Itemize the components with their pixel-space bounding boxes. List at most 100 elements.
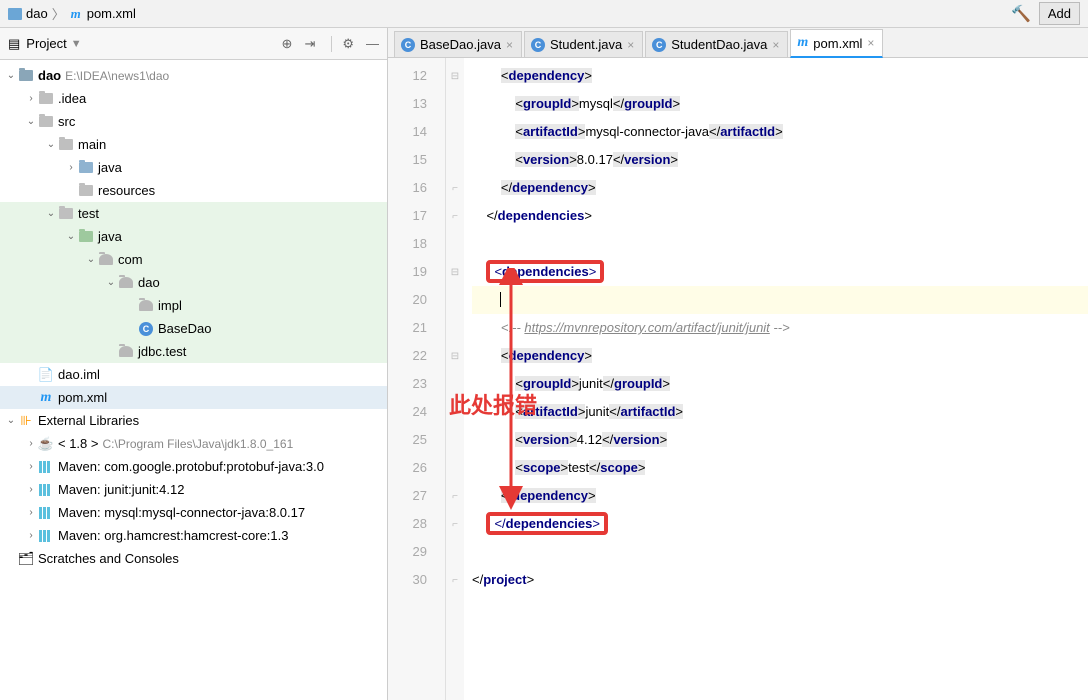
breadcrumb-sep: 〉 — [52, 4, 65, 23]
tree-item[interactable]: ⌄main — [0, 133, 387, 156]
library-icon: ⊪ — [18, 413, 34, 429]
fold-icon[interactable]: ⊟ — [446, 258, 464, 286]
project-tree[interactable]: ⌄ dao E:\IDEA\news1\dao ›.idea ⌄src ⌄mai… — [0, 60, 387, 574]
jdk-icon: ☕ — [38, 436, 54, 452]
chevron-right-icon[interactable]: › — [24, 484, 38, 495]
tree-root[interactable]: ⌄ dao E:\IDEA\news1\dao — [0, 64, 387, 87]
library-icon — [39, 484, 53, 496]
chevron-down-icon[interactable]: ⌄ — [44, 139, 58, 150]
code-body[interactable]: <dependency> <groupId>mysql</groupId> <a… — [464, 58, 1088, 700]
fold-end-icon[interactable]: ⌐ — [446, 510, 464, 538]
chevron-down-icon[interactable]: ⌄ — [4, 70, 18, 81]
tree-item[interactable]: ⌄src — [0, 110, 387, 133]
chevron-down-icon[interactable]: ⌄ — [64, 231, 78, 242]
test-folder-icon — [79, 231, 93, 242]
add-button[interactable]: Add — [1039, 2, 1080, 25]
fold-gutter: ⊟ ⌐ ⌐ ⊟ ⊟ ⌐ ⌐ ⌐ — [446, 58, 464, 700]
library-icon — [39, 530, 53, 542]
target-icon[interactable]: ⊕ — [282, 36, 293, 52]
tree-item[interactable]: ⌄dao — [0, 271, 387, 294]
close-icon[interactable]: × — [772, 38, 779, 52]
file-icon: 📄 — [38, 367, 54, 383]
tree-item[interactable]: ›Maven: mysql:mysql-connector-java:8.0.1… — [0, 501, 387, 524]
maven-icon: m — [69, 7, 83, 21]
collapse-icon[interactable]: ⇥ — [304, 36, 315, 52]
fold-icon[interactable]: ⊟ — [446, 342, 464, 370]
module-icon — [8, 8, 22, 20]
tree-item[interactable]: ·📄dao.iml — [0, 363, 387, 386]
chevron-down-icon[interactable]: ⌄ — [44, 208, 58, 219]
tree-item[interactable]: ·resources — [0, 179, 387, 202]
tree-item[interactable]: ›Maven: junit:junit:4.12 — [0, 478, 387, 501]
fold-end-icon[interactable]: ⌐ — [446, 566, 464, 594]
tree-item[interactable]: ·jdbc.test — [0, 340, 387, 363]
class-icon: C — [652, 38, 666, 52]
panel-toolbar: ⊕ ⇥ ⚙ — — [282, 36, 379, 52]
package-icon — [119, 346, 133, 357]
close-icon[interactable]: × — [506, 38, 513, 52]
maven-icon: m — [797, 35, 808, 51]
chevron-right-icon[interactable]: › — [24, 507, 38, 518]
maven-icon: m — [38, 390, 54, 406]
project-tool-icon: ▤ — [8, 36, 20, 52]
tree-item[interactable]: ⌄test — [0, 202, 387, 225]
close-icon[interactable]: × — [867, 36, 874, 50]
library-icon — [39, 461, 53, 473]
top-bar: dao 〉 m pom.xml 🔨 Add — [0, 0, 1088, 28]
chevron-down-icon[interactable]: ⌄ — [104, 277, 118, 288]
tree-external-libs[interactable]: ⌄⊪External Libraries — [0, 409, 387, 432]
fold-end-icon[interactable]: ⌐ — [446, 174, 464, 202]
main-area: ▤ Project ▼ ⊕ ⇥ ⚙ — ⌄ dao E:\IDEA\news1\… — [0, 28, 1088, 700]
settings-icon[interactable]: ⚙ — [331, 36, 354, 52]
tab-studentdao[interactable]: CStudentDao.java× — [645, 31, 788, 57]
package-icon — [99, 254, 113, 265]
breadcrumb-file: pom.xml — [87, 6, 136, 21]
chevron-right-icon[interactable]: › — [24, 530, 38, 541]
editor-tabs: CBaseDao.java× CStudent.java× CStudentDa… — [388, 28, 1088, 58]
dropdown-icon: ▼ — [71, 38, 82, 50]
chevron-down-icon[interactable]: ⌄ — [84, 254, 98, 265]
tree-item[interactable]: ›☕< 1.8 >C:\Program Files\Java\jdk1.8.0_… — [0, 432, 387, 455]
class-icon: C — [401, 38, 415, 52]
line-gutter: 12 13 14 15 16 17 18 19 20 21 22 23 24 2… — [388, 58, 446, 700]
tree-item[interactable]: ⌄com — [0, 248, 387, 271]
class-icon: C — [139, 322, 153, 336]
tree-item[interactable]: ›Maven: org.hamcrest:hamcrest-core:1.3 — [0, 524, 387, 547]
chevron-right-icon[interactable]: › — [64, 162, 78, 173]
tree-item[interactable]: ›.idea — [0, 87, 387, 110]
tree-item[interactable]: ⌄java — [0, 225, 387, 248]
hide-icon[interactable]: — — [366, 36, 379, 52]
folder-icon — [39, 116, 53, 127]
tree-item[interactable]: ›java — [0, 156, 387, 179]
fold-end-icon[interactable]: ⌐ — [446, 202, 464, 230]
close-icon[interactable]: × — [627, 38, 634, 52]
project-sidebar: ▤ Project ▼ ⊕ ⇥ ⚙ — ⌄ dao E:\IDEA\news1\… — [0, 28, 388, 700]
code-editor[interactable]: 12 13 14 15 16 17 18 19 20 21 22 23 24 2… — [388, 58, 1088, 700]
breadcrumb-project: dao — [26, 6, 48, 21]
chevron-right-icon[interactable]: › — [24, 93, 38, 104]
tab-basedao[interactable]: CBaseDao.java× — [394, 31, 522, 57]
folder-icon — [59, 139, 73, 150]
editor-area: CBaseDao.java× CStudent.java× CStudentDa… — [388, 28, 1088, 700]
fold-end-icon[interactable]: ⌐ — [446, 482, 464, 510]
library-icon — [39, 507, 53, 519]
build-icon[interactable]: 🔨 — [1011, 4, 1031, 24]
tree-item[interactable]: ·CBaseDao — [0, 317, 387, 340]
module-icon — [19, 70, 33, 81]
breadcrumb[interactable]: dao 〉 m pom.xml — [8, 4, 136, 23]
tab-student[interactable]: CStudent.java× — [524, 31, 643, 57]
tree-item[interactable]: ·impl — [0, 294, 387, 317]
fold-icon[interactable]: ⊟ — [446, 62, 464, 90]
chevron-down-icon[interactable]: ⌄ — [4, 415, 18, 426]
tree-item-selected[interactable]: ·mpom.xml — [0, 386, 387, 409]
project-panel-title[interactable]: Project ▼ — [26, 36, 275, 51]
package-icon — [139, 300, 153, 311]
tab-pom[interactable]: mpom.xml× — [790, 29, 883, 58]
chevron-right-icon[interactable]: › — [24, 438, 38, 449]
chevron-down-icon[interactable]: ⌄ — [24, 116, 38, 127]
top-right-controls: 🔨 Add — [1011, 2, 1080, 25]
chevron-right-icon[interactable]: › — [24, 461, 38, 472]
project-panel-header: ▤ Project ▼ ⊕ ⇥ ⚙ — — [0, 28, 387, 60]
tree-item[interactable]: ›Maven: com.google.protobuf:protobuf-jav… — [0, 455, 387, 478]
tree-scratches[interactable]: ·🗂Scratches and Consoles — [0, 547, 387, 570]
